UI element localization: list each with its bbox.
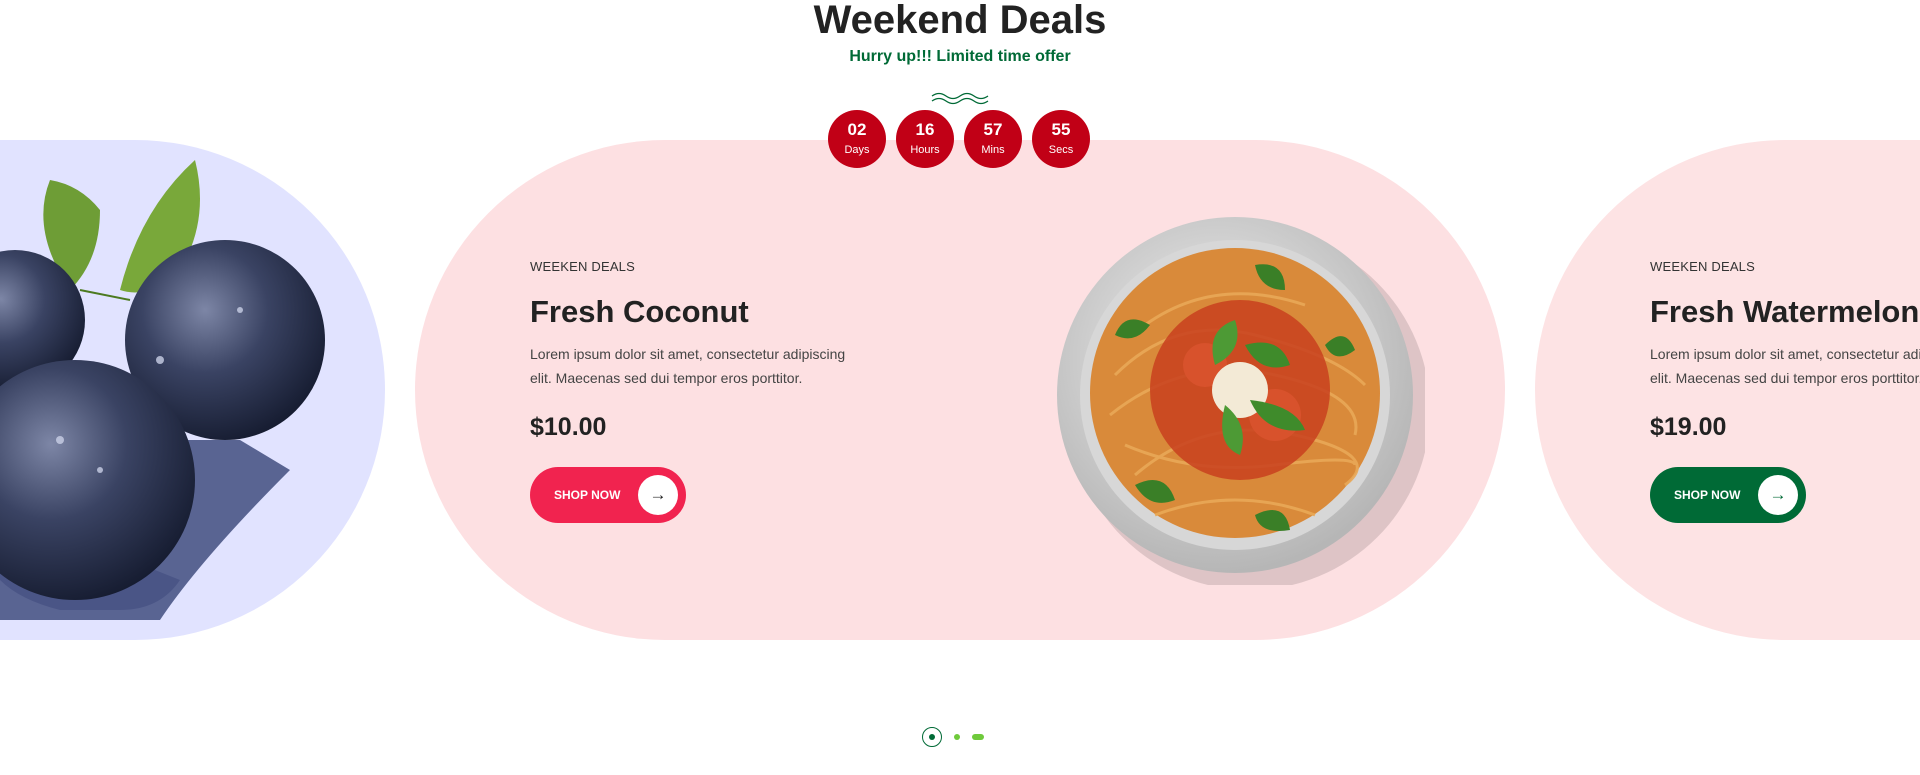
slide-kicker: WEEKEN DEALS	[530, 259, 635, 274]
pagination-dot-active[interactable]	[922, 727, 942, 747]
slide-title: Fresh Coconut	[530, 294, 749, 329]
section-title: Weekend Deals	[813, 0, 1107, 42]
countdown-label: Hours	[910, 144, 940, 156]
weekend-deals-section: Weekend Deals Hurry up!!! Limited time o…	[0, 0, 1920, 775]
pagination-dot[interactable]	[972, 734, 984, 740]
shop-now-label: SHOP NOW	[1674, 488, 1741, 502]
countdown-value: 02	[847, 120, 867, 139]
slide-blueberries[interactable]	[0, 140, 385, 640]
countdown-value: 16	[915, 120, 935, 139]
slide-title: Fresh Watermelon	[1650, 294, 1920, 329]
carousel-pagination	[922, 727, 984, 747]
countdown-hours: 16 Hours	[896, 110, 954, 168]
product-price: $10.00	[530, 413, 607, 441]
countdown-mins: 57 Mins	[964, 110, 1022, 168]
active-dot-center	[929, 734, 935, 740]
shop-now-label: SHOP NOW	[554, 488, 621, 502]
countdown-value: 55	[1051, 120, 1071, 139]
countdown-value: 57	[983, 120, 1003, 139]
arrow-right-icon: →	[638, 475, 678, 515]
countdown-timer: 02 Days 16 Hours 57 Mins 55 Secs	[828, 110, 1090, 168]
slide-description: Lorem ipsum dolor sit amet, consectetur …	[530, 346, 846, 386]
product-price: $19.00	[1650, 413, 1727, 441]
arrow-right-icon: →	[1758, 475, 1798, 515]
countdown-label: Secs	[1048, 144, 1074, 156]
shop-now-button[interactable]: SHOP NOW →	[1650, 467, 1806, 523]
countdown-secs: 55 Secs	[1032, 110, 1090, 168]
blueberries-image	[0, 160, 325, 620]
slide-fresh-watermelon[interactable]: WEEKEN DEALS Fresh Watermelon Lorem ipsu…	[1535, 140, 1920, 640]
wave-divider-icon	[931, 92, 989, 105]
slide-fresh-coconut[interactable]: WEEKEN DEALS Fresh Coconut Lorem ipsum d…	[415, 140, 1505, 640]
pagination-dot[interactable]	[954, 734, 960, 740]
section-subtitle: Hurry up!!! Limited time offer	[849, 48, 1071, 65]
countdown-label: Mins	[981, 144, 1005, 156]
countdown-days: 02 Days	[828, 110, 886, 168]
pasta-plate-image	[1057, 217, 1425, 585]
slide-kicker: WEEKEN DEALS	[1650, 259, 1755, 274]
shop-now-button[interactable]: SHOP NOW →	[530, 467, 686, 523]
countdown-label: Days	[844, 144, 870, 156]
slide-description: Lorem ipsum dolor sit amet, consectetur …	[1650, 346, 1920, 386]
